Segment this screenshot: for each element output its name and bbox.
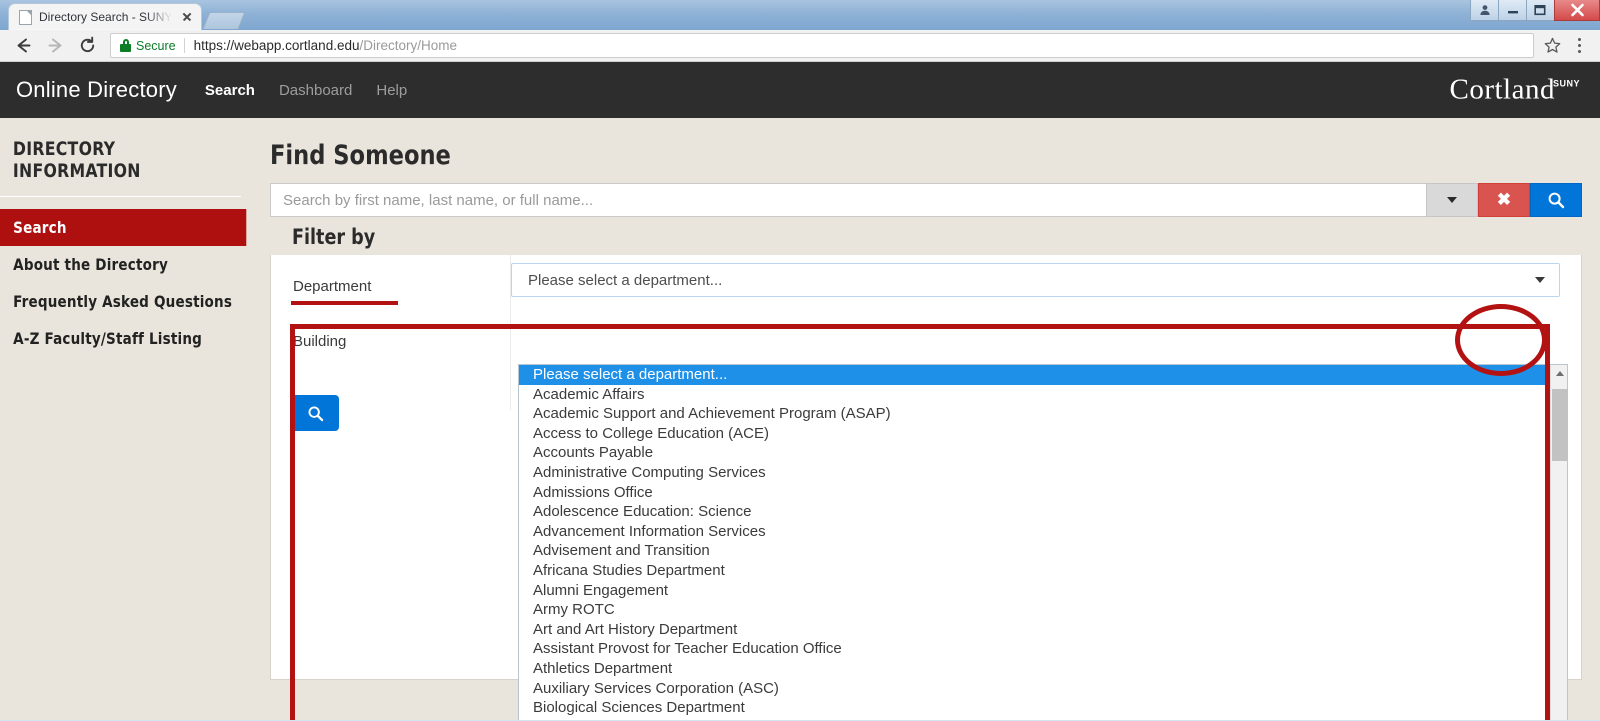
logo-initial: C — [1449, 73, 1470, 106]
address-bar[interactable]: Secure https://webapp.cortland.edu/Direc… — [110, 33, 1534, 58]
back-arrow-icon[interactable] — [8, 32, 38, 60]
department-option[interactable]: Please select a department... — [519, 365, 1550, 385]
department-option[interactable]: Accounts Payable — [519, 443, 1550, 463]
department-option[interactable]: Biological Sciences Department — [519, 698, 1550, 718]
sidebar-item-az-listing[interactable]: A-Z Faculty/Staff Listing — [0, 320, 246, 357]
top-nav-links: Search Dashboard Help — [205, 82, 407, 99]
department-option-list[interactable]: Please select a department... Academic Af… — [518, 364, 1568, 720]
scroll-up-arrow-icon[interactable] — [1551, 365, 1567, 382]
nav-link-help[interactable]: Help — [376, 82, 407, 99]
window-controls — [1470, 0, 1600, 21]
department-option[interactable]: Auxiliary Services Corporation (ASC) — [519, 679, 1550, 699]
star-icon[interactable] — [1540, 34, 1564, 58]
department-option[interactable]: Art and Art History Department — [519, 620, 1550, 640]
sidebar-item-faq[interactable]: Frequently Asked Questions — [0, 283, 246, 320]
web-page: Online Directory Search Dashboard Help C… — [0, 62, 1600, 720]
search-icon — [1548, 192, 1565, 209]
filter-tabs-column: Department Building — [271, 255, 511, 431]
department-select[interactable]: Please select a department... — [511, 263, 1560, 297]
department-option[interactable]: Budget Office — [519, 718, 1550, 720]
maximize-icon[interactable] — [1526, 0, 1555, 21]
page-title: Find Someone — [270, 140, 451, 171]
sidebar-item-about[interactable]: About the Directory — [0, 246, 246, 283]
department-option[interactable]: Adolescence Education: Science — [519, 502, 1550, 522]
option-list-scrollbar[interactable] — [1550, 365, 1567, 720]
lock-icon — [120, 39, 131, 52]
reload-icon[interactable] — [72, 32, 102, 60]
tab-close-icon[interactable] — [179, 9, 195, 25]
window-close-icon[interactable] — [1554, 0, 1600, 21]
department-option[interactable]: Academic Affairs — [519, 385, 1550, 405]
omnibox-divider — [183, 38, 185, 53]
search-icon — [308, 406, 323, 421]
search-bar-row: ✖ — [270, 183, 1582, 217]
sidebar-item-search[interactable]: Search — [0, 209, 247, 246]
search-input[interactable] — [270, 183, 1426, 217]
kebab-menu-icon[interactable] — [1566, 32, 1592, 60]
department-option[interactable]: Advancement Information Services — [519, 522, 1550, 542]
department-option[interactable]: Assistant Provost for Teacher Education … — [519, 639, 1550, 659]
url-origin: https://webapp.cortland.edu — [193, 38, 360, 53]
logo-wordmark: ortland — [1469, 73, 1555, 106]
logo-suny-text: SUNY — [1552, 78, 1580, 89]
department-option-items: Please select a department... Academic Af… — [519, 365, 1550, 720]
department-option[interactable]: Advisement and Transition — [519, 541, 1550, 561]
department-option[interactable]: Access to College Education (ACE) — [519, 424, 1550, 444]
chevron-down-icon — [1447, 197, 1457, 203]
address-bar-url: https://webapp.cortland.edu/Directory/Ho… — [194, 38, 457, 53]
sidebar-heading: DIRECTORY INFORMATION — [0, 138, 242, 197]
department-option[interactable]: Alumni Engagement — [519, 581, 1550, 601]
user-account-icon[interactable] — [1470, 0, 1499, 21]
tab-strip: Directory Search - SUNY — [0, 0, 246, 30]
chevron-down-icon — [1535, 277, 1545, 283]
department-option[interactable]: Administrative Computing Services — [519, 463, 1550, 483]
browser-tab[interactable]: Directory Search - SUNY — [8, 3, 203, 30]
nav-link-dashboard[interactable]: Dashboard — [279, 82, 352, 99]
filter-tab-department[interactable]: Department — [271, 273, 510, 305]
suny-cortland-logo: CortlandSUNY — [1449, 73, 1582, 106]
department-option[interactable]: Army ROTC — [519, 600, 1550, 620]
forward-arrow-icon[interactable] — [40, 32, 70, 60]
filter-tab-building[interactable]: Building — [271, 328, 510, 355]
department-option[interactable]: Africana Studies Department — [519, 561, 1550, 581]
department-option[interactable]: Academic Support and Achievement Program… — [519, 404, 1550, 424]
url-path: /Directory/Home — [359, 38, 458, 53]
department-option[interactable]: Athletics Department — [519, 659, 1550, 679]
browser-titlebar: Directory Search - SUNY — [0, 0, 1600, 30]
filter-by-heading: Filter by — [292, 225, 376, 249]
site-top-navbar: Online Directory Search Dashboard Help C… — [0, 62, 1600, 118]
minimize-icon[interactable] — [1498, 0, 1527, 21]
security-label: Secure — [136, 38, 176, 53]
submit-search-button[interactable] — [1530, 183, 1582, 217]
filter-search-button[interactable] — [291, 395, 339, 431]
new-tab-button[interactable] — [202, 12, 246, 29]
page-favicon-icon — [19, 9, 32, 25]
sidebar-items: Search About the Directory Frequently As… — [0, 209, 262, 357]
sidebar: DIRECTORY INFORMATION Search About the D… — [0, 118, 262, 720]
search-options-caret-button[interactable] — [1426, 183, 1478, 217]
tab-title: Directory Search - SUNY — [39, 10, 173, 24]
browser-toolbar: Secure https://webapp.cortland.edu/Direc… — [0, 30, 1600, 62]
department-option[interactable]: Admissions Office — [519, 483, 1550, 503]
scrollbar-thumb[interactable] — [1552, 389, 1567, 461]
close-icon: ✖ — [1496, 190, 1512, 209]
site-brand[interactable]: Online Directory — [16, 77, 177, 103]
clear-search-button[interactable]: ✖ — [1478, 183, 1530, 217]
department-select-value: Please select a department... — [528, 271, 723, 289]
nav-link-search[interactable]: Search — [205, 82, 255, 99]
browser-window: Directory Search - SUNY Secure https://w… — [0, 0, 1600, 721]
